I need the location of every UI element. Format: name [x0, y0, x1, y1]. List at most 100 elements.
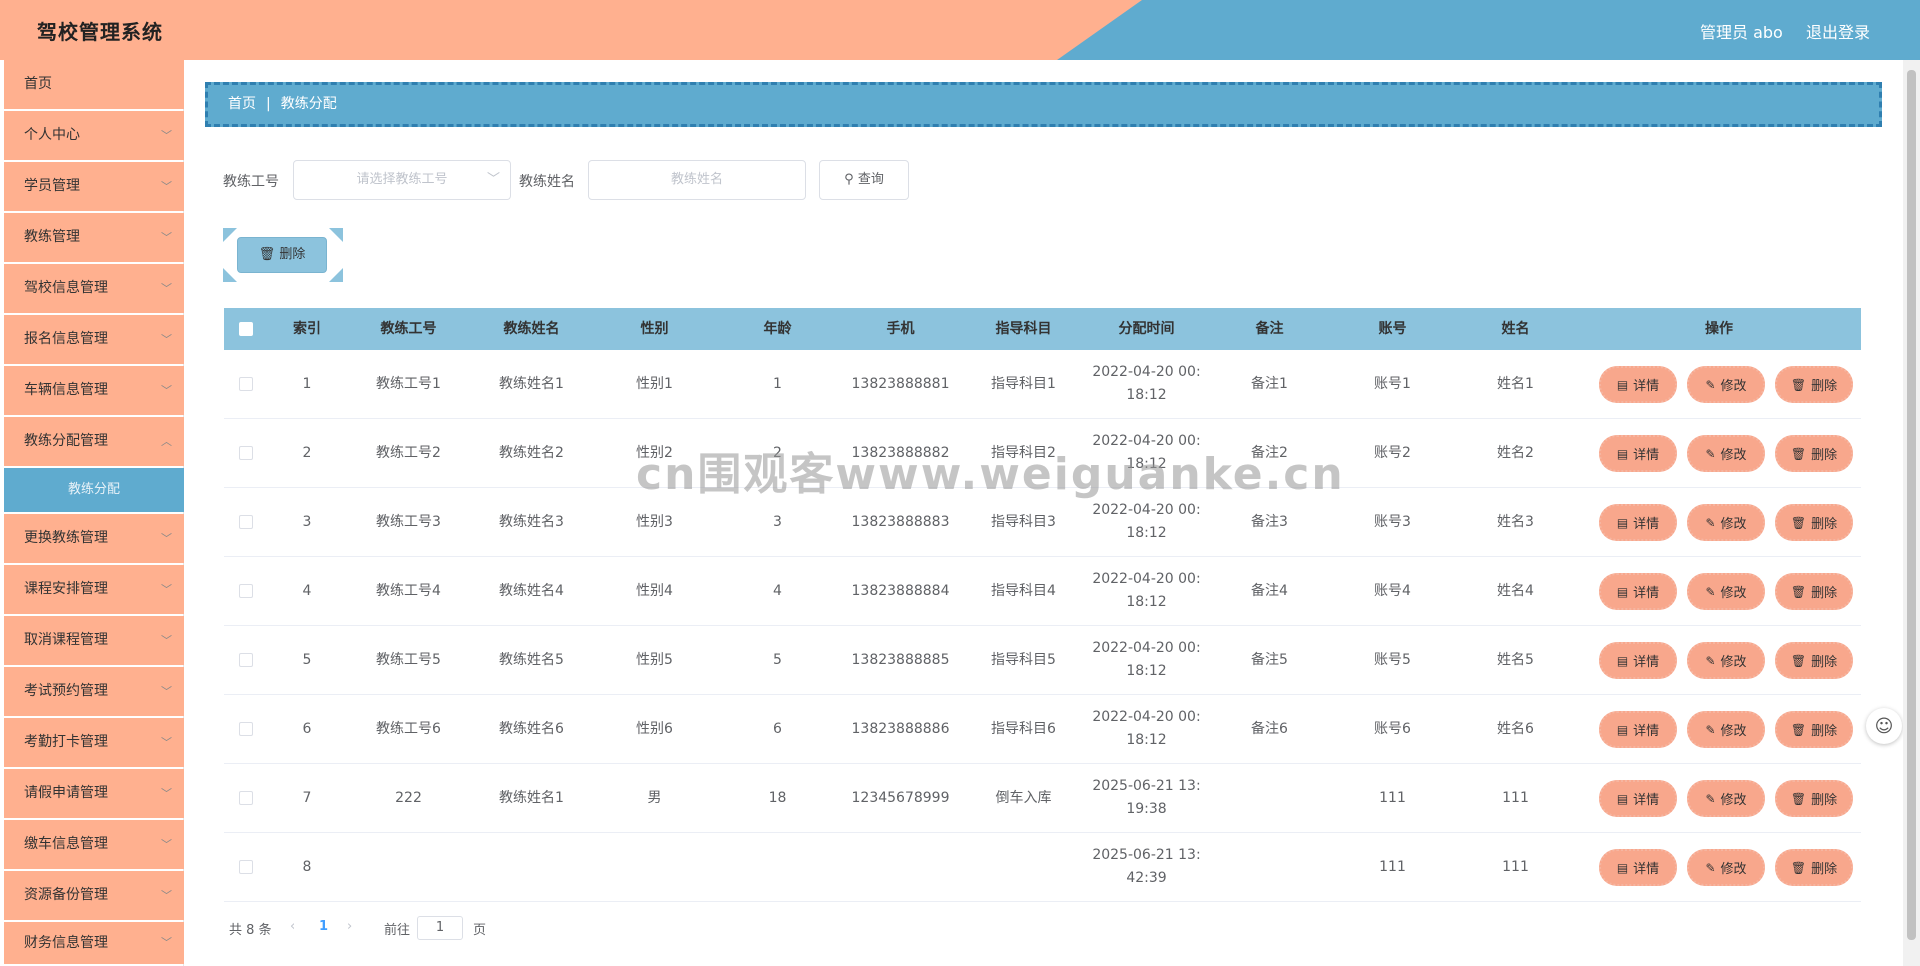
breadcrumb-separator: |	[266, 96, 271, 112]
cell-coach-no: 教练工号5	[376, 651, 441, 668]
document-icon: ▤	[1616, 722, 1629, 737]
delete-button[interactable]: 🗑 删除	[1775, 642, 1853, 679]
select-all-checkbox[interactable]	[238, 322, 253, 336]
sidebar-item-coaches[interactable]: 教练管理 ﹀	[4, 213, 184, 262]
logout-link[interactable]: 退出登录	[1806, 19, 1870, 43]
sidebar-item-students[interactable]: 学员管理 ﹀	[4, 162, 184, 211]
detail-button[interactable]: ▤ 详情	[1599, 366, 1677, 403]
detail-button[interactable]: ▤ 详情	[1599, 435, 1677, 472]
breadcrumb-home[interactable]: 首页	[228, 96, 256, 112]
trash-icon: 🗑	[1790, 377, 1807, 392]
detail-button[interactable]: ▤ 详情	[1599, 711, 1677, 748]
sidebar-item-finance[interactable]: 财务信息管理 ﹀	[4, 922, 184, 964]
detail-button[interactable]: ▤ 详情	[1599, 573, 1677, 610]
cell-phone: 13823888881	[851, 375, 950, 392]
cell-name: 姓名6	[1497, 720, 1534, 737]
sidebar-item-attendance[interactable]: 考勤打卡管理 ﹀	[4, 718, 184, 767]
edit-button[interactable]: ✎ 修改	[1687, 642, 1765, 679]
cell-note: 备注4	[1251, 582, 1288, 599]
page-1[interactable]: 1	[319, 919, 328, 934]
delete-button[interactable]: 🗑 删除	[1775, 780, 1853, 817]
cell-account: 账号4	[1374, 582, 1411, 599]
document-icon: ▤	[1616, 515, 1629, 530]
delete-label: 删除	[1811, 655, 1838, 670]
sidebar-subitem-coach-assign[interactable]: 教练分配	[4, 468, 184, 512]
sidebar-item-label: 考试预约管理	[24, 683, 108, 699]
chevron-down-icon: ﹀	[161, 532, 172, 545]
query-label: 查询	[857, 172, 884, 187]
cell-assign-time: 2022-04-20 00: 18:12	[1085, 350, 1208, 418]
edit-button[interactable]: ✎ 修改	[1687, 711, 1765, 748]
sidebar-item-vehicles[interactable]: 车辆信息管理 ﹀	[4, 366, 184, 415]
document-icon: ▤	[1616, 791, 1629, 806]
scrollbar[interactable]	[1903, 60, 1920, 966]
chevron-up-icon: ︿	[161, 435, 172, 448]
sidebar-item-label: 请假申请管理	[24, 785, 108, 801]
coach-name-input[interactable]: 教练姓名	[588, 160, 806, 200]
assign-time-line2: 42:39	[1126, 870, 1167, 886]
query-button[interactable]: ⚲ 查询	[819, 160, 909, 200]
assign-time-line2: 18:12	[1126, 663, 1167, 679]
pencil-icon: ✎	[1705, 377, 1716, 392]
detail-button[interactable]: ▤ 详情	[1599, 849, 1677, 886]
delete-button[interactable]: 🗑 删除	[1775, 366, 1853, 403]
row-checkbox[interactable]	[238, 722, 253, 736]
detail-button[interactable]: ▤ 详情	[1599, 642, 1677, 679]
edit-button[interactable]: ✎ 修改	[1687, 366, 1765, 403]
sidebar-item-enrollment[interactable]: 报名信息管理 ﹀	[4, 315, 184, 364]
sidebar-item-course-schedule[interactable]: 课程安排管理 ﹀	[4, 565, 184, 614]
assistant-avatar[interactable]: ☺	[1866, 708, 1902, 744]
edit-button[interactable]: ✎ 修改	[1687, 849, 1765, 886]
header-subject: 指导科目	[995, 320, 1052, 337]
sidebar-item-leave[interactable]: 请假申请管理 ﹀	[4, 769, 184, 818]
sidebar-item-payment[interactable]: 缴车信息管理 ﹀	[4, 820, 184, 869]
edit-button[interactable]: ✎ 修改	[1687, 435, 1765, 472]
detail-button[interactable]: ▤ 详情	[1599, 780, 1677, 817]
edit-button[interactable]: ✎ 修改	[1687, 573, 1765, 610]
row-checkbox[interactable]	[238, 515, 253, 529]
chevron-down-icon: ﹀	[161, 583, 172, 596]
detail-button[interactable]: ▤ 详情	[1599, 504, 1677, 541]
goto-page-input[interactable]: 1	[417, 916, 463, 940]
sidebar-item-change-coach[interactable]: 更换教练管理 ﹀	[4, 514, 184, 563]
cell-name: 姓名4	[1497, 582, 1534, 599]
row-checkbox[interactable]	[238, 446, 253, 460]
document-icon: ▤	[1616, 653, 1629, 668]
cell-assign-time: 2025-06-21 13: 42:39	[1085, 833, 1208, 901]
edit-button[interactable]: ✎ 修改	[1687, 504, 1765, 541]
row-checkbox[interactable]	[238, 860, 253, 874]
sidebar-item-backup[interactable]: 资源备份管理 ﹀	[4, 871, 184, 920]
delete-button[interactable]: 🗑 删除	[1775, 573, 1853, 610]
row-checkbox[interactable]	[238, 377, 253, 391]
edit-button[interactable]: ✎ 修改	[1687, 780, 1765, 817]
scroll-thumb[interactable]	[1907, 70, 1916, 940]
cell-name: 姓名2	[1497, 444, 1534, 461]
row-checkbox[interactable]	[238, 791, 253, 805]
cell-account: 账号1	[1374, 375, 1411, 392]
header-account: 账号	[1378, 320, 1407, 337]
delete-button[interactable]: 🗑 删除	[1775, 849, 1853, 886]
sidebar-item-label: 教练分配管理	[24, 433, 108, 449]
assign-time-line1: 2025-06-21 13:	[1092, 778, 1201, 794]
batch-delete-button[interactable]: 🗑 删除	[237, 237, 327, 273]
sidebar-item-exam-booking[interactable]: 考试预约管理 ﹀	[4, 667, 184, 716]
cell-coach-name	[470, 833, 593, 901]
assign-time-line2: 19:38	[1126, 801, 1167, 817]
next-page-button[interactable]: ›	[347, 919, 352, 934]
trash-icon: 🗑	[1790, 515, 1807, 530]
delete-button[interactable]: 🗑 删除	[1775, 435, 1853, 472]
coach-no-select[interactable]: 请选择教练工号 ﹀	[293, 160, 511, 200]
sidebar-item-coach-assign-mgmt[interactable]: 教练分配管理 ︿	[4, 417, 184, 466]
delete-button[interactable]: 🗑 删除	[1775, 504, 1853, 541]
row-checkbox[interactable]	[238, 653, 253, 667]
sidebar-item-personal-center[interactable]: 个人中心 ﹀	[4, 111, 184, 160]
sidebar-item-cancel-course[interactable]: 取消课程管理 ﹀	[4, 616, 184, 665]
sidebar-item-school-info[interactable]: 驾校信息管理 ﹀	[4, 264, 184, 313]
delete-button[interactable]: 🗑 删除	[1775, 711, 1853, 748]
assign-time-line1: 2022-04-20 00:	[1092, 571, 1201, 587]
prev-page-button[interactable]: ‹	[290, 919, 295, 934]
cell-index: 5	[302, 651, 312, 668]
sidebar-item-home[interactable]: 首页	[4, 60, 184, 109]
chevron-down-icon: ﹀	[161, 936, 172, 949]
row-checkbox[interactable]	[238, 584, 253, 598]
